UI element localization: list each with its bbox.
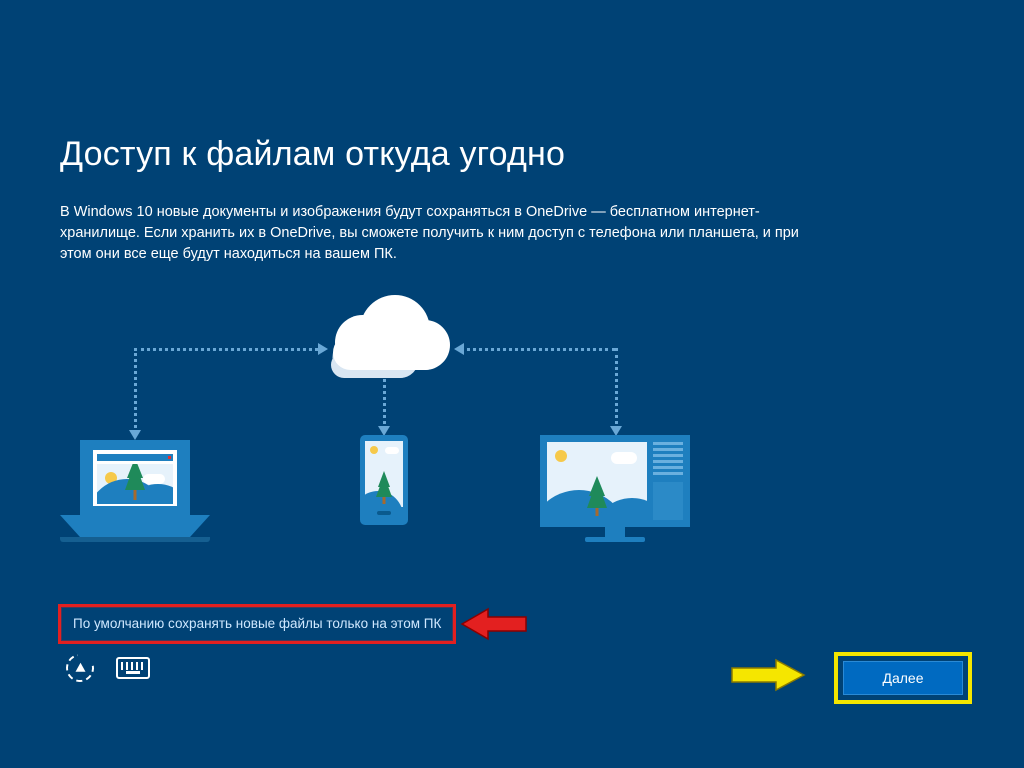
next-button[interactable]: Далее [843,661,963,695]
annotation-yellow-box: Далее [834,652,972,704]
annotation-red-box: По умолчанию сохранять новые файлы тольк… [58,604,456,644]
page-title: Доступ к файлам откуда угодно [60,135,964,174]
page-description: В Windows 10 новые документы и изображен… [60,202,820,265]
annotation-arrow-left-icon [460,606,530,642]
save-local-only-link[interactable]: По умолчанию сохранять новые файлы тольк… [73,616,441,631]
monitor-icon [540,435,690,542]
cloud-icon [325,290,445,370]
phone-icon [360,435,408,525]
on-screen-keyboard-icon[interactable] [116,657,150,679]
laptop-icon [80,440,210,542]
annotation-arrow-right-icon [728,658,806,692]
onedrive-illustration [60,290,700,550]
ease-of-access-icon[interactable] [61,649,100,688]
